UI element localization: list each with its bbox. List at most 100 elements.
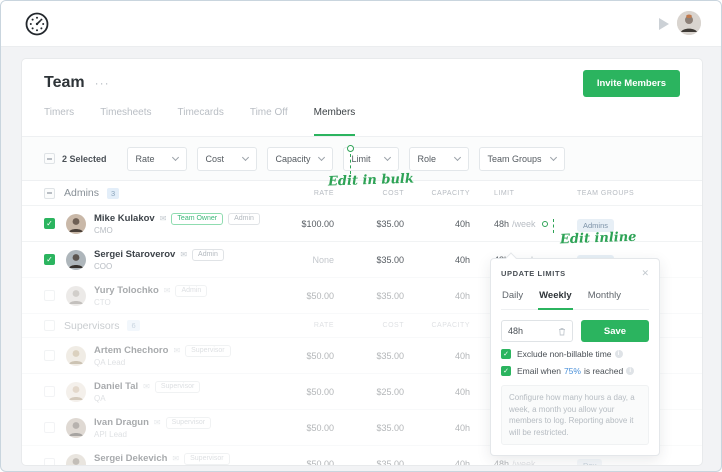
- role-filter-dropdown[interactable]: Role: [408, 146, 469, 171]
- cost-value[interactable]: $35.00: [334, 255, 404, 265]
- member-name[interactable]: Artem Chechoro: [94, 345, 168, 356]
- column-header-team-groups: TEAM GROUPS: [577, 189, 635, 197]
- row-checkbox[interactable]: [44, 422, 55, 433]
- capacity-value[interactable]: 40h: [404, 255, 470, 265]
- user-avatar[interactable]: [677, 11, 701, 35]
- mail-icon[interactable]: ✉: [143, 382, 150, 391]
- select-all-checkbox[interactable]: [44, 153, 55, 164]
- row-checkbox[interactable]: [44, 350, 55, 361]
- member-name[interactable]: Ivan Dragun: [94, 417, 149, 428]
- capacity-filter-dropdown[interactable]: Capacity: [266, 146, 333, 171]
- mail-icon[interactable]: ✉: [180, 250, 187, 259]
- rate-value[interactable]: $50.00: [264, 291, 334, 301]
- chevron-down-icon: [453, 153, 461, 161]
- rate-value[interactable]: $50.00: [264, 387, 334, 397]
- mail-icon[interactable]: ✉: [160, 214, 167, 223]
- member-name[interactable]: Sergei Dekevich: [94, 453, 167, 464]
- rate-value[interactable]: None: [264, 255, 334, 265]
- member-name[interactable]: Daniel Tal: [94, 381, 138, 392]
- group-name[interactable]: Admins: [64, 187, 99, 199]
- row-checkbox[interactable]: [44, 386, 55, 397]
- row-checkbox[interactable]: [44, 290, 55, 301]
- tab-monthly[interactable]: Monthly: [587, 286, 622, 309]
- limit-value[interactable]: 48h/week: [470, 459, 555, 466]
- tab-time-off[interactable]: Time Off: [250, 107, 288, 136]
- tab-members[interactable]: Members: [313, 107, 356, 136]
- member-name[interactable]: Sergei Staroverov: [94, 249, 175, 260]
- cost-value[interactable]: $25.00: [334, 387, 404, 397]
- capacity-value[interactable]: 40h: [404, 423, 470, 433]
- cost-value[interactable]: $35.00: [334, 351, 404, 361]
- member-title: CMO: [94, 225, 113, 235]
- check-icon: ✓: [46, 254, 53, 264]
- mail-icon[interactable]: ✉: [154, 418, 161, 427]
- capacity-value[interactable]: 40h: [404, 291, 470, 301]
- avatar: [66, 417, 86, 438]
- selected-count-label: 2 Selected: [62, 153, 107, 164]
- column-header-cost: COST: [382, 322, 404, 329]
- cost-value[interactable]: $35.00: [334, 459, 404, 466]
- trash-icon[interactable]: [558, 327, 566, 336]
- cost-value[interactable]: $35.00: [334, 423, 404, 433]
- rate-filter-dropdown[interactable]: Rate: [126, 146, 187, 171]
- person-silhouette-icon: [677, 11, 701, 35]
- role-badge: Admin: [175, 284, 208, 297]
- avatar: [66, 453, 86, 465]
- capacity-value[interactable]: 40h: [404, 351, 470, 361]
- more-options-icon[interactable]: ···: [95, 76, 110, 90]
- team-groups-filter-dropdown[interactable]: Team Groups: [478, 146, 565, 171]
- group-checkbox[interactable]: [44, 187, 55, 199]
- cost-filter-dropdown[interactable]: Cost: [196, 146, 257, 171]
- group-name[interactable]: Supervisors: [64, 320, 119, 332]
- team-group-badge[interactable]: Admins: [577, 218, 615, 232]
- group-checkbox[interactable]: [44, 320, 55, 331]
- rate-value[interactable]: $50.00: [264, 459, 334, 466]
- invite-members-button[interactable]: Invite Members: [582, 69, 680, 97]
- member-title: COO: [94, 261, 113, 271]
- percent-threshold-link[interactable]: 75%: [564, 366, 581, 376]
- capacity-value[interactable]: 40h: [404, 387, 470, 397]
- limit-value[interactable]: 48h/week: [470, 219, 555, 229]
- role-filter-label: Role: [417, 153, 437, 164]
- tab-weekly[interactable]: Weekly: [538, 286, 573, 310]
- capacity-value[interactable]: 40h: [404, 459, 470, 466]
- cost-value[interactable]: $35.00: [334, 219, 404, 229]
- update-limits-popup: UPDATE LIMITS ✕ Daily Weekly Monthly 48h…: [490, 252, 660, 457]
- email-alert-checkbox[interactable]: ✓: [501, 366, 511, 376]
- row-checkbox[interactable]: [44, 458, 55, 465]
- exclude-nonbillable-checkbox[interactable]: ✓: [501, 349, 511, 359]
- rate-value[interactable]: $100.00: [264, 219, 334, 229]
- send-arrow-icon[interactable]: [659, 18, 669, 30]
- mail-icon[interactable]: ✉: [164, 286, 171, 295]
- mail-icon[interactable]: ✉: [172, 454, 179, 463]
- save-button[interactable]: Save: [581, 320, 649, 342]
- tab-timecards[interactable]: Timecards: [178, 107, 224, 136]
- annotation-dot-icon: [541, 220, 548, 227]
- mail-icon[interactable]: ✉: [173, 346, 180, 355]
- role-badge: Supervisor: [165, 416, 212, 429]
- tab-timesheets[interactable]: Timesheets: [100, 107, 151, 136]
- exclude-nonbillable-label: Exclude non-billable time i: [517, 349, 623, 359]
- team-group-badge[interactable]: Dev: [577, 458, 603, 465]
- row-checkbox[interactable]: ✓: [44, 254, 55, 265]
- member-name[interactable]: Mike Kulakov: [94, 213, 155, 224]
- group-count-badge: 6: [127, 320, 140, 331]
- tab-daily[interactable]: Daily: [501, 286, 524, 309]
- info-icon[interactable]: i: [626, 367, 635, 375]
- row-checkbox[interactable]: ✓: [44, 218, 55, 229]
- app-window: Team ··· Invite Members Timers Timesheet…: [0, 0, 722, 472]
- chevron-down-icon: [383, 153, 391, 161]
- chevron-down-icon: [241, 153, 249, 161]
- tab-timers[interactable]: Timers: [44, 107, 74, 136]
- info-icon[interactable]: i: [614, 350, 623, 358]
- member-name[interactable]: Yury Tolochko: [94, 285, 159, 296]
- everhour-logo-icon[interactable]: [25, 12, 49, 36]
- member-title: API Lead: [94, 429, 127, 439]
- rate-value[interactable]: $50.00: [264, 351, 334, 361]
- rate-value[interactable]: $50.00: [264, 423, 334, 433]
- limit-hours-input[interactable]: 48h: [501, 320, 573, 342]
- close-icon[interactable]: ✕: [641, 268, 649, 279]
- capacity-value[interactable]: 40h: [404, 219, 470, 229]
- cost-value[interactable]: $35.00: [334, 291, 404, 301]
- role-badge: Supervisor: [154, 380, 201, 393]
